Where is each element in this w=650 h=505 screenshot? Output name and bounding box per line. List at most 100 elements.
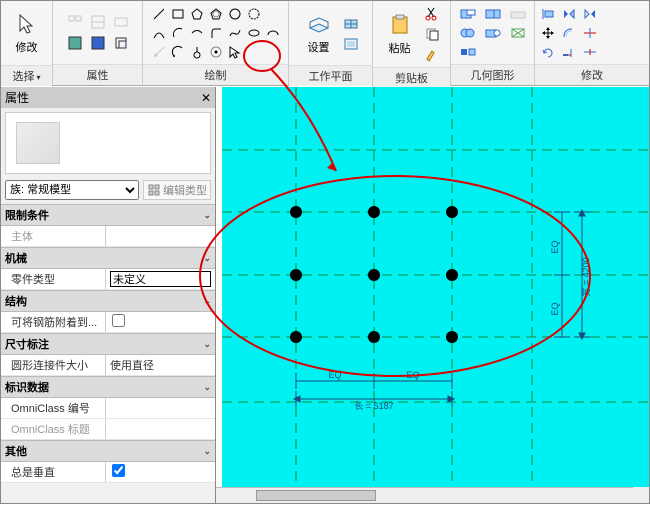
family-type-select[interactable]: 族: 常规模型 [5, 180, 139, 200]
panel-geometry: 几何图形 [451, 1, 535, 85]
polygon-out-icon[interactable] [207, 5, 225, 23]
move-button[interactable] [538, 24, 558, 42]
prop-btn-2 [87, 12, 109, 32]
prop-always-vertical: 总是垂直 [1, 462, 215, 483]
fillet-icon[interactable] [207, 24, 225, 42]
panel-select-label[interactable]: 选择▾ [1, 65, 52, 86]
wall-button [506, 5, 530, 23]
edit-type-icon [147, 183, 161, 197]
prop-btn-1 [64, 12, 86, 32]
offset2-button[interactable] [559, 24, 579, 42]
panel-properties: 属性 [53, 1, 143, 85]
pick-icon[interactable] [226, 43, 244, 61]
modify-button[interactable]: 修改 [6, 3, 48, 63]
panel-select: 修改 选择▾ [1, 1, 53, 85]
arc-center-icon[interactable] [169, 24, 187, 42]
notch-button[interactable] [456, 5, 480, 23]
scrollbar-corner [633, 487, 649, 503]
arc-tan-icon[interactable] [188, 24, 206, 42]
mirror-draw-button[interactable] [580, 5, 600, 23]
prop-part-type: 零件类型 [1, 269, 215, 290]
prop-host: 主体 [1, 226, 215, 247]
paste-label: 粘贴 [389, 40, 411, 56]
cut2-button[interactable] [481, 24, 505, 42]
mirror-axis-button[interactable] [559, 5, 579, 23]
type-preview [5, 112, 211, 174]
group-constraints[interactable]: 限制条件⌄ [1, 204, 215, 226]
circle-dash-icon[interactable] [245, 5, 263, 23]
match-button[interactable] [421, 45, 443, 65]
part-type-input[interactable] [110, 271, 211, 287]
trim-button[interactable] [580, 24, 600, 42]
svg-text:EQ: EQ [406, 370, 419, 380]
prop-btn-5[interactable] [87, 33, 109, 53]
panel-clipboard: 粘贴 剪贴板 [373, 1, 451, 85]
cut-button[interactable] [421, 3, 443, 23]
panel-draw-label: 绘制 [143, 64, 288, 85]
edit-type-label: 编辑类型 [163, 182, 207, 198]
line-icon[interactable] [150, 5, 168, 23]
offset-icon[interactable] [169, 43, 187, 61]
collapse-icon[interactable]: ⌄ [203, 296, 211, 307]
extend-button[interactable] [559, 43, 579, 61]
workplane-icon [306, 11, 332, 37]
pick-edge-icon[interactable] [188, 43, 206, 61]
align-button[interactable] [538, 5, 558, 23]
join-button[interactable] [456, 24, 480, 42]
point-icon[interactable] [207, 43, 225, 61]
panel-clipboard-label: 剪贴板 [373, 67, 450, 88]
rebar-checkbox[interactable] [112, 314, 125, 327]
prop-btn-4[interactable] [64, 33, 86, 53]
group-dimensions[interactable]: 尺寸标注⌄ [1, 333, 215, 355]
horizontal-scrollbar[interactable] [216, 487, 633, 503]
preview-thumb [16, 122, 60, 164]
polygon-in-icon[interactable] [188, 5, 206, 23]
paste-button[interactable]: 粘贴 [381, 4, 419, 64]
drawing-surface[interactable]: EQ EQ 长 = 5187 EQ EQ 宽 = 4200 [222, 87, 649, 503]
paste-icon [387, 12, 413, 38]
group-structural[interactable]: 结构⌄ [1, 290, 215, 312]
void-button[interactable] [506, 24, 530, 42]
arc-start-icon[interactable] [150, 24, 168, 42]
blank-geo [481, 43, 529, 61]
panel-modify-label: 修改 [535, 64, 649, 85]
split-button[interactable] [456, 43, 480, 61]
collapse-icon[interactable]: ⌄ [203, 339, 211, 350]
collapse-icon[interactable]: ⌄ [203, 253, 211, 264]
collapse-icon[interactable]: ⌄ [203, 382, 211, 393]
plane-viewer-button[interactable] [340, 34, 362, 54]
circle-icon[interactable] [226, 5, 244, 23]
copy-button[interactable] [421, 24, 443, 44]
rotate-button[interactable] [538, 43, 558, 61]
collapse-icon[interactable]: ⌄ [203, 446, 211, 457]
svg-text:EQ: EQ [550, 302, 560, 315]
show-plane-button[interactable] [340, 13, 362, 33]
split2-button[interactable] [580, 43, 600, 61]
prop-btn-6[interactable] [110, 33, 132, 53]
group-identity[interactable]: 标识数据⌄ [1, 376, 215, 398]
close-icon[interactable]: ✕ [201, 91, 211, 105]
scrollbar-thumb[interactable] [256, 490, 376, 501]
collapse-icon[interactable]: ⌄ [203, 210, 211, 221]
spline-icon[interactable] [226, 24, 244, 42]
drawing-canvas[interactable]: EQ EQ 长 = 5187 EQ EQ 宽 = 4200 [216, 87, 649, 503]
panel-modify: 修改 [535, 1, 649, 85]
modify-label: 修改 [16, 39, 38, 55]
panel-geometry-label: 几何图形 [451, 64, 534, 85]
blank3 [264, 43, 282, 61]
rect-icon[interactable] [169, 5, 187, 23]
group-other[interactable]: 其他⌄ [1, 440, 215, 462]
cut-geo-button[interactable] [481, 5, 505, 23]
panel-workplane-label: 工作平面 [289, 65, 372, 86]
half-ellipse-icon[interactable] [264, 24, 282, 42]
prop-btn-3 [110, 12, 132, 32]
always-vertical-checkbox[interactable] [112, 464, 125, 477]
set-workplane-button[interactable]: 设置 [300, 3, 338, 63]
edit-type-button[interactable]: 编辑类型 [143, 180, 211, 200]
panel-properties-label: 属性 [53, 64, 142, 85]
ellipse-icon[interactable] [245, 24, 263, 42]
group-mechanical[interactable]: 机械⌄ [1, 247, 215, 269]
properties-title-bar: 属性 ✕ [1, 87, 215, 108]
svg-text:长 = 5187: 长 = 5187 [354, 400, 393, 411]
property-grid: 限制条件⌄ 主体 机械⌄ 零件类型 结构⌄ 可将钢筋附着到... 尺寸标注⌄ 圆… [1, 204, 215, 483]
